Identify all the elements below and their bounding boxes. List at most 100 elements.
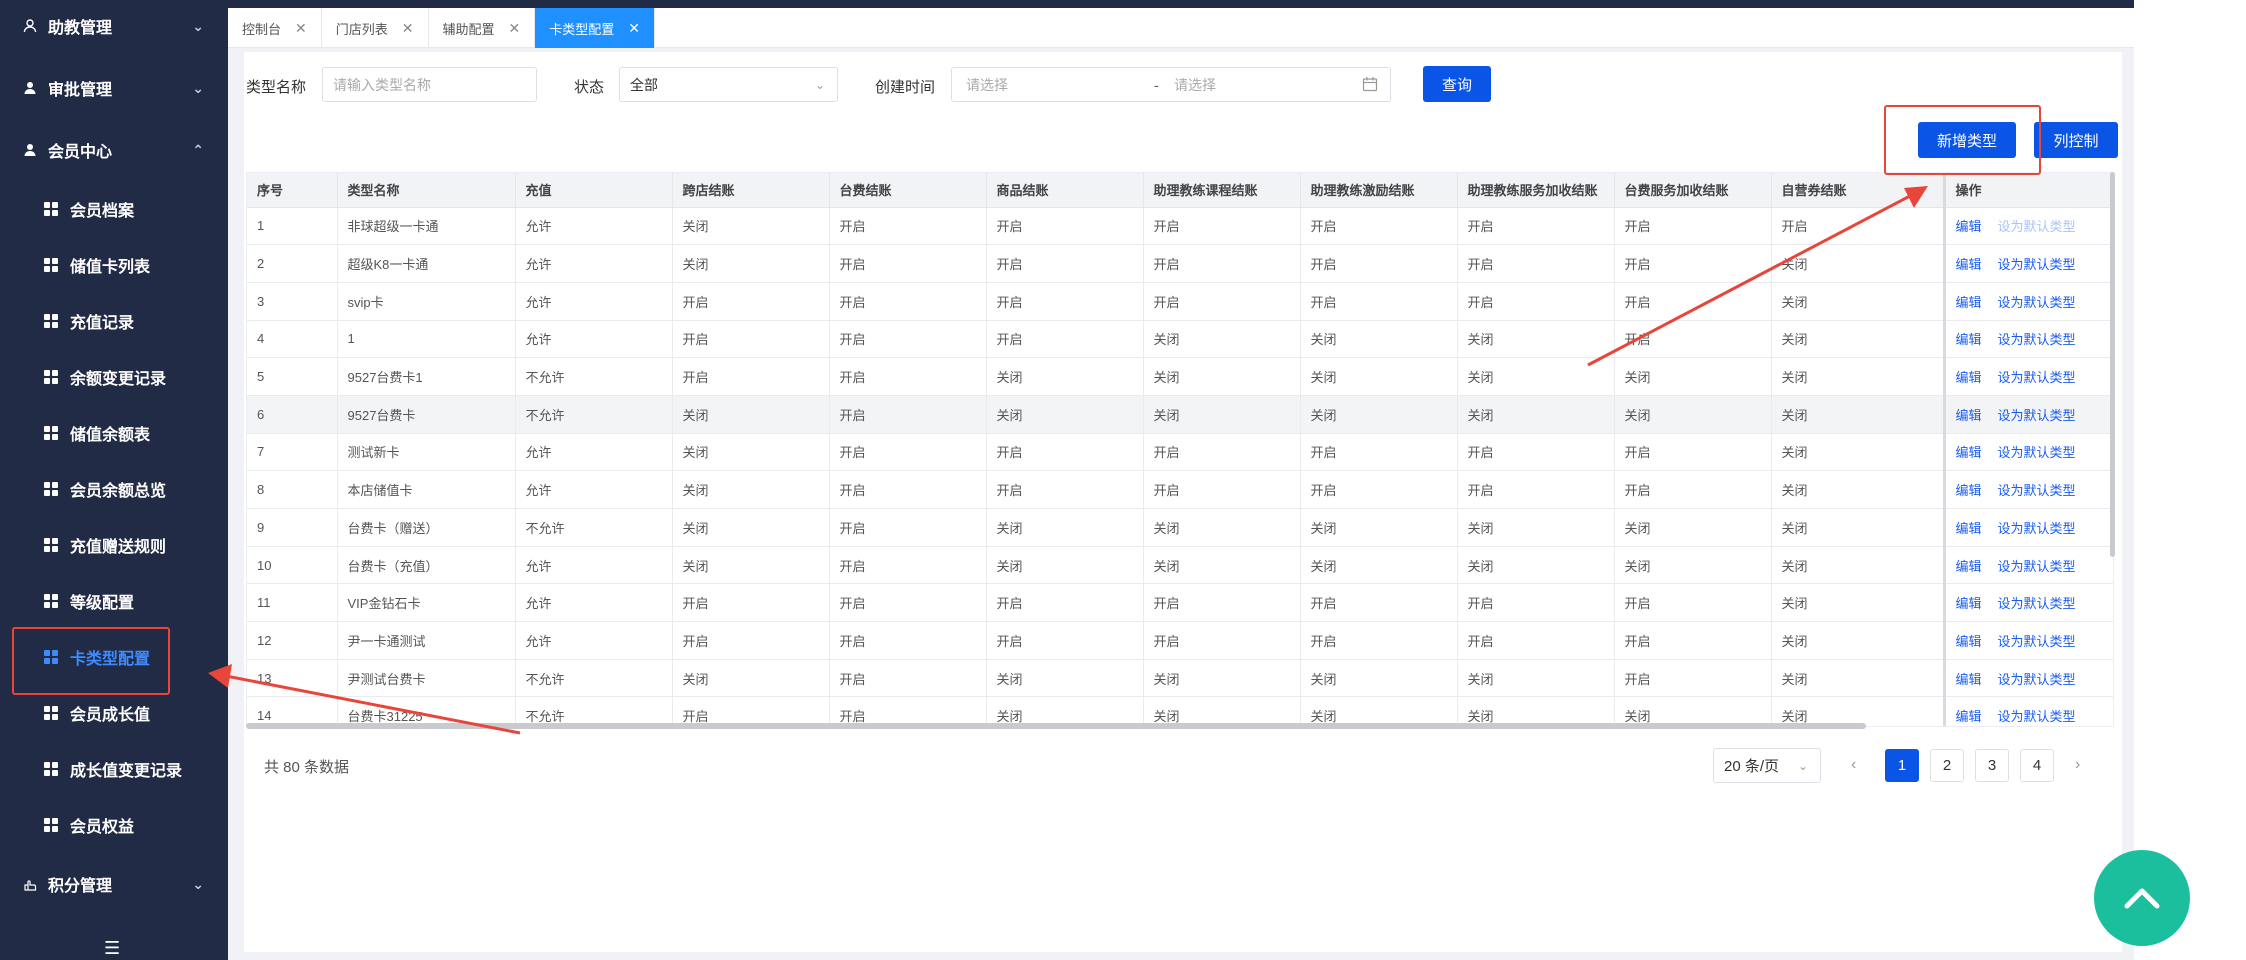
date-range-picker[interactable]: 请选择 - 请选择	[951, 67, 1391, 102]
edit-link[interactable]: 编辑	[1956, 521, 1982, 536]
table-cell: 关闭	[1143, 659, 1301, 698]
tab-aux-config[interactable]: 辅助配置 ✕	[429, 8, 536, 48]
sidebar-item-level-config[interactable]: 等级配置	[0, 581, 228, 621]
edit-link[interactable]: 编辑	[1956, 709, 1982, 724]
table-cell: 开启	[829, 659, 987, 698]
close-icon[interactable]: ✕	[509, 20, 521, 37]
page-button-3[interactable]: 3	[1975, 749, 2009, 782]
sidebar-group-approval[interactable]: 审批管理 ⌄	[0, 68, 228, 108]
back-to-top-button[interactable]	[2094, 850, 2190, 946]
sidebar-group-points[interactable]: 积分管理 ⌄	[0, 864, 228, 904]
table-row[interactable]: 12 尹一卡通测试 允许 开启 开启 开启 开启 开启 开启 开启 关闭 编辑 设为默认类型	[247, 621, 2113, 660]
table-cell: 开启	[1614, 433, 1772, 472]
sidebar-item-label: 会员档案	[70, 203, 135, 220]
edit-link[interactable]: 编辑	[1956, 408, 1982, 423]
edit-link[interactable]: 编辑	[1956, 596, 1982, 611]
table-actions-cell: 编辑 设为默认类型	[1942, 508, 2113, 547]
close-icon[interactable]: ✕	[628, 20, 640, 37]
table-row[interactable]: 1 非球超级一卡通 允许 关闭 开启 开启 开启 开启 开启 开启 开启 编辑 设为默认类型	[247, 207, 2113, 246]
sidebar-item-card-type-config[interactable]: 卡类型配置	[0, 637, 228, 677]
set-default-link[interactable]: 设为默认类型	[1998, 219, 2076, 234]
sidebar-item-balance-overview[interactable]: 会员余额总览	[0, 469, 228, 509]
table-cell: 7	[247, 433, 338, 472]
table-row[interactable]: 6 9527台费卡 不允许 关闭 开启 关闭 关闭 关闭 关闭 关闭 关闭 编辑 设为默认类型	[247, 395, 2113, 434]
set-default-link[interactable]: 设为默认类型	[1998, 445, 2076, 460]
table-row[interactable]: 10 台费卡（充值） 允许 关闭 开启 关闭 关闭 关闭 关闭 关闭 关闭 编辑 设为默认类型	[247, 546, 2113, 585]
table-cell: 开启	[1457, 244, 1615, 283]
sidebar-item-growth-changes[interactable]: 成长值变更记录	[0, 749, 228, 789]
sidebar-item-recharge-records[interactable]: 充值记录	[0, 301, 228, 341]
type-name-input[interactable]: 请输入类型名称	[322, 67, 537, 102]
page-button-2[interactable]: 2	[1930, 749, 1964, 782]
edit-link[interactable]: 编辑	[1956, 559, 1982, 574]
sidebar-item-balance-table[interactable]: 储值余额表	[0, 413, 228, 453]
edit-link[interactable]: 编辑	[1956, 634, 1982, 649]
sidebar-item-balance-changes[interactable]: 余额变更记录	[0, 357, 228, 397]
edit-link[interactable]: 编辑	[1956, 219, 1982, 234]
edit-link[interactable]: 编辑	[1956, 445, 1982, 460]
table-row[interactable]: 8 本店储值卡 允许 关闭 开启 开启 开启 开启 开启 开启 关闭 编辑 设为默认类型	[247, 470, 2113, 509]
sidebar-item-recharge-bonus-rules[interactable]: 充值赠送规则	[0, 525, 228, 565]
set-default-link[interactable]: 设为默认类型	[1998, 483, 2076, 498]
sidebar-group-assistant[interactable]: 助教管理 ⌄	[0, 6, 228, 46]
set-default-link[interactable]: 设为默认类型	[1998, 521, 2076, 536]
edit-link[interactable]: 编辑	[1956, 257, 1982, 272]
next-page-icon[interactable]: ›	[2075, 756, 2080, 774]
sidebar-item-growth-value[interactable]: 会员成长值	[0, 693, 228, 733]
table-row[interactable]: 7 测试新卡 允许 关闭 开启 开启 开启 开启 开启 开启 关闭 编辑 设为默认类型	[247, 433, 2113, 472]
menu-collapse-icon[interactable]: ☰	[104, 938, 120, 959]
set-default-link[interactable]: 设为默认类型	[1998, 332, 2076, 347]
table-row[interactable]: 11 VIP金钻石卡 允许 开启 开启 开启 开启 开启 开启 开启 关闭 编辑 设为默认类型	[247, 583, 2113, 623]
edit-link[interactable]: 编辑	[1956, 332, 1982, 347]
set-default-link[interactable]: 设为默认类型	[1998, 257, 2076, 272]
query-button[interactable]: 查询	[1423, 66, 1491, 102]
member-icon	[22, 142, 38, 158]
status-select[interactable]: 全部 ⌄	[619, 67, 838, 102]
table-cell: 5	[247, 357, 338, 396]
table-cell: 关闭	[1300, 320, 1458, 359]
table-cell: 开启	[1143, 207, 1301, 246]
table-cell: VIP金钻石卡	[337, 583, 516, 623]
edit-link[interactable]: 编辑	[1956, 295, 1982, 310]
tab-dashboard[interactable]: 控制台 ✕	[228, 8, 322, 48]
table-row[interactable]: 9 台费卡（赠送） 不允许 关闭 开启 关闭 关闭 关闭 关闭 关闭 关闭 编辑 设为默认类型	[247, 508, 2113, 547]
set-default-link[interactable]: 设为默认类型	[1998, 559, 2076, 574]
set-default-link[interactable]: 设为默认类型	[1998, 295, 2076, 310]
set-default-link[interactable]: 设为默认类型	[1998, 408, 2076, 423]
sidebar-item-member-benefits[interactable]: 会员权益	[0, 805, 228, 845]
table-row[interactable]: 4 1 允许 开启 开启 开启 关闭 关闭 关闭 开启 关闭 编辑 设为默认类型	[247, 320, 2113, 359]
sidebar-group-member-center[interactable]: 会员中心 ⌃	[0, 130, 228, 170]
set-default-link[interactable]: 设为默认类型	[1998, 709, 2076, 724]
edit-link[interactable]: 编辑	[1956, 672, 1982, 687]
set-default-link[interactable]: 设为默认类型	[1998, 370, 2076, 385]
add-type-button[interactable]: 新增类型	[1918, 122, 2016, 158]
edit-link[interactable]: 编辑	[1956, 370, 1982, 385]
close-icon[interactable]: ✕	[402, 20, 414, 37]
set-default-link[interactable]: 设为默认类型	[1998, 596, 2076, 611]
vertical-scrollbar[interactable]	[2110, 172, 2115, 557]
table-cell: 不允许	[515, 659, 673, 698]
set-default-link[interactable]: 设为默认类型	[1998, 672, 2076, 687]
table-actions-cell: 编辑 设为默认类型	[1942, 357, 2113, 396]
table-row[interactable]: 5 9527台费卡1 不允许 开启 开启 关闭 关闭 关闭 关闭 关闭 关闭 编辑 设为默认类型	[247, 357, 2113, 396]
set-default-link[interactable]: 设为默认类型	[1998, 634, 2076, 649]
table-cell: 关闭	[1771, 433, 1945, 472]
column-control-button[interactable]: 列控制	[2034, 122, 2118, 158]
edit-link[interactable]: 编辑	[1956, 483, 1982, 498]
page-button-4[interactable]: 4	[2020, 749, 2054, 782]
horizontal-scrollbar[interactable]	[246, 723, 1866, 729]
table-cell: 关闭	[1143, 320, 1301, 359]
page-button-1[interactable]: 1	[1885, 749, 1919, 782]
sidebar-item-member-profile[interactable]: 会员档案	[0, 189, 228, 229]
prev-page-icon[interactable]: ‹	[1851, 756, 1856, 774]
tab-card-type-config[interactable]: 卡类型配置 ✕	[535, 8, 655, 48]
tab-store-list[interactable]: 门店列表 ✕	[322, 8, 429, 48]
sidebar-item-card-list[interactable]: 储值卡列表	[0, 245, 228, 285]
col-header: 商品结账	[986, 173, 1144, 208]
table-row[interactable]: 2 超级K8一卡通 允许 关闭 开启 开启 开启 开启 开启 开启 关闭 编辑 设为默认类型	[247, 244, 2113, 283]
table-row[interactable]: 3 svip卡 允许 开启 开启 开启 开启 开启 开启 开启 关闭 编辑 设为默认类型	[247, 282, 2113, 321]
close-icon[interactable]: ✕	[295, 20, 307, 37]
table-row[interactable]: 13 尹测试台费卡 不允许 关闭 开启 关闭 关闭 关闭 关闭 开启 关闭 编辑 设为默认类型	[247, 659, 2113, 698]
col-header: 台费结账	[829, 173, 987, 208]
page-size-select[interactable]: 20 条/页 ⌄	[1713, 748, 1821, 783]
